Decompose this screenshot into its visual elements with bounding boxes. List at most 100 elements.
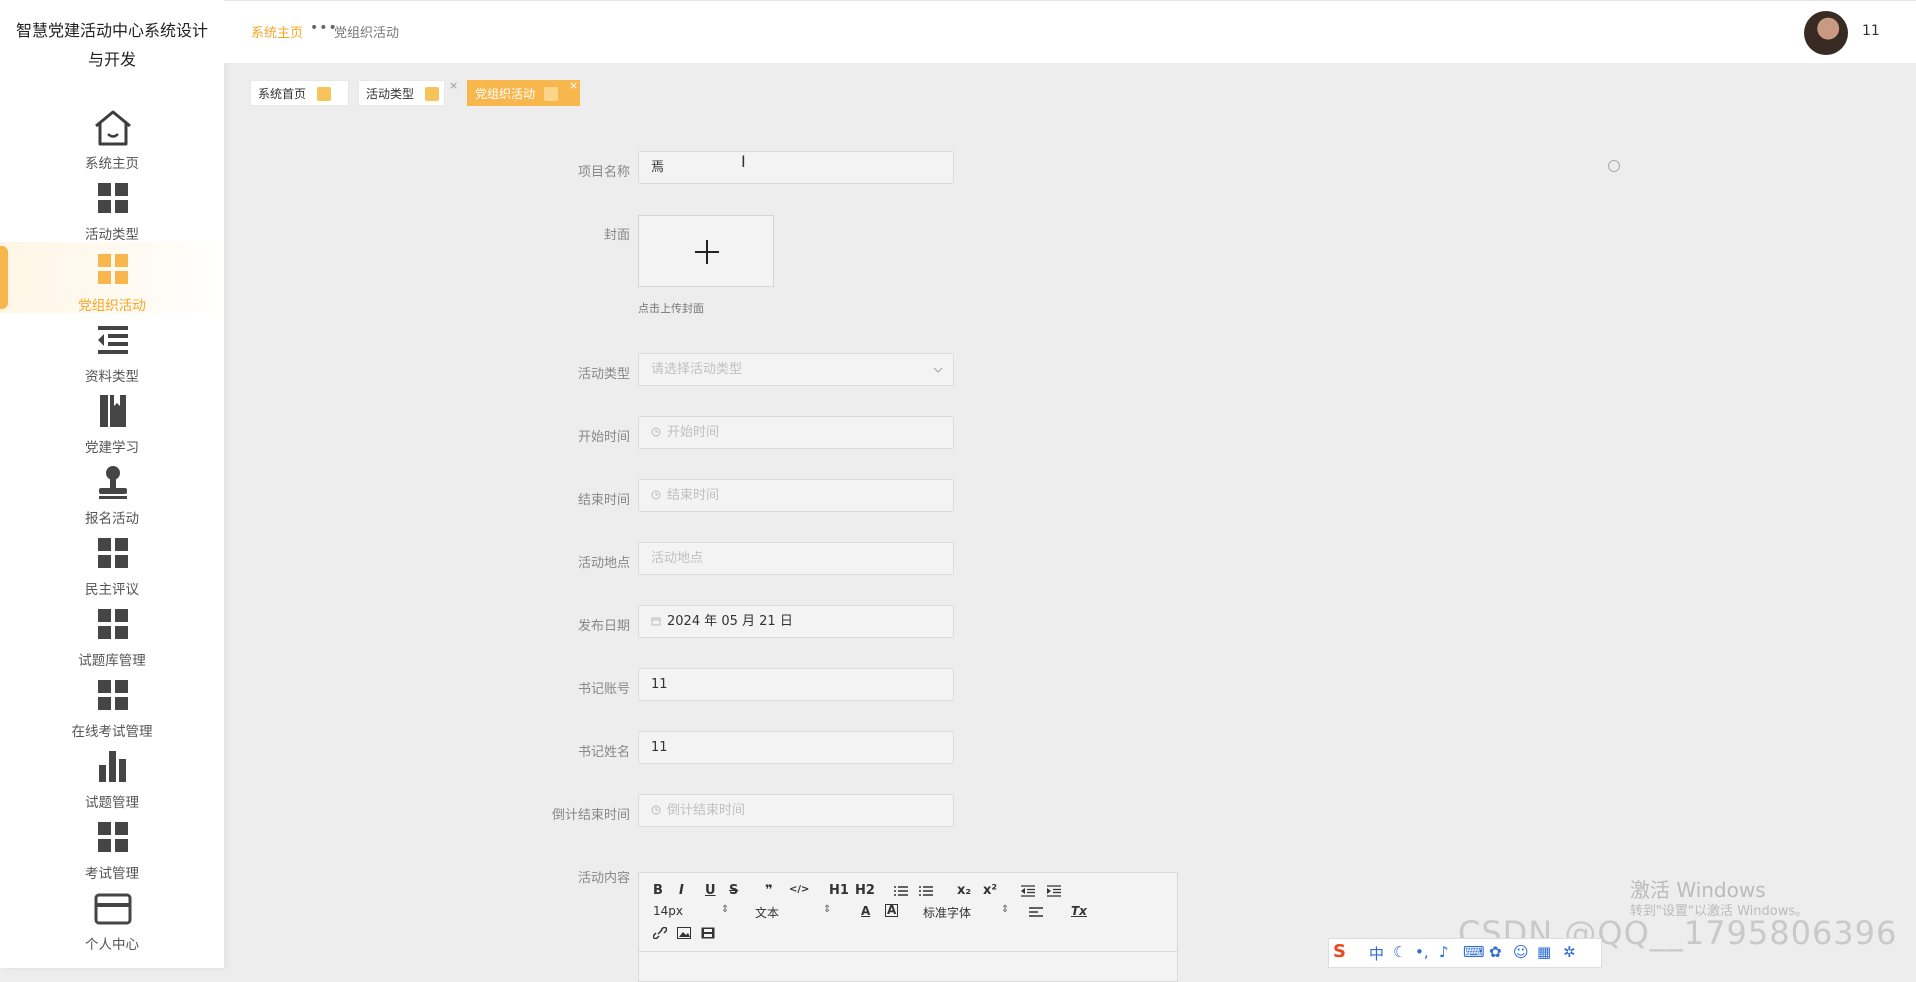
ime-mode-label[interactable]: 中 (1369, 943, 1384, 964)
end-time-input[interactable] (667, 480, 927, 511)
sidebar-item-review[interactable]: 民主评议 (0, 526, 224, 598)
font-size-select[interactable]: 14px (653, 904, 683, 918)
start-time-field[interactable] (638, 416, 954, 449)
settings-icon[interactable]: ✲ (1563, 943, 1576, 961)
image-icon[interactable] (677, 927, 691, 939)
grid-icon (98, 183, 128, 213)
close-icon[interactable]: × (449, 73, 458, 99)
location-field[interactable] (638, 542, 954, 575)
bar-chart-icon (99, 751, 126, 782)
start-time-input[interactable] (667, 417, 927, 448)
italic-button[interactable]: I (679, 883, 684, 898)
secretary-name-field[interactable] (638, 731, 954, 764)
keyboard-icon[interactable]: ⌨ (1463, 943, 1485, 961)
sidebar-item-questions[interactable]: 试题管理 (0, 739, 224, 811)
background-color-icon[interactable]: A (885, 904, 899, 917)
avatar[interactable] (1804, 11, 1848, 55)
activity-type-select[interactable] (638, 353, 954, 386)
skin-icon[interactable]: ✿ (1489, 943, 1502, 961)
link-icon[interactable] (653, 927, 667, 939)
grid-icon (98, 609, 128, 639)
publish-date-field[interactable] (638, 605, 954, 638)
sidebar-item-profile[interactable]: 个人中心 (0, 881, 224, 953)
label-cover: 封面 (603, 228, 630, 243)
punctuation-icon[interactable]: •, (1415, 943, 1429, 961)
location-input[interactable] (651, 543, 931, 574)
end-time-field[interactable] (638, 479, 954, 512)
emoji-icon[interactable]: ☺ (1513, 943, 1529, 961)
secretary-account-input[interactable] (651, 669, 931, 700)
secretary-account-field[interactable] (638, 668, 954, 701)
sidebar-item-label: 试题库管理 (78, 653, 146, 669)
sidebar-item-party-activity[interactable]: 党组织活动 (0, 242, 224, 314)
clock-icon (651, 805, 661, 815)
tag-home[interactable]: 系统首页 (250, 80, 349, 106)
video-icon[interactable] (701, 927, 715, 939)
sidebar-item-material-type[interactable]: 资料类型 (0, 313, 224, 385)
superscript-button[interactable]: x² (983, 883, 997, 898)
sidebar-item-party-study[interactable]: 党建学习 (0, 384, 224, 456)
project-name-input[interactable] (651, 152, 931, 183)
close-icon[interactable]: × (569, 73, 578, 99)
code-button[interactable]: </> (789, 884, 809, 895)
text-style-select[interactable]: 文本 (755, 904, 779, 921)
clear-icon[interactable] (1608, 160, 1620, 172)
calendar-icon (651, 617, 661, 626)
sidebar-item-signup[interactable]: 报名活动 (0, 455, 224, 527)
clock-icon (651, 427, 661, 437)
font-color-icon[interactable]: A (861, 904, 870, 918)
rich-text-editor[interactable]: B I U S ❞ </> H1 H2 x₂ x² 14px ⇕ 文本 ⇕ A … (638, 872, 1178, 982)
countdown-end-field[interactable] (638, 794, 954, 827)
tag-label: 党组织活动 (475, 87, 536, 101)
username[interactable]: 11 (1862, 23, 1880, 39)
subscript-button[interactable]: x₂ (957, 883, 971, 898)
bullet-list-icon[interactable] (919, 885, 933, 897)
cover-upload[interactable] (638, 215, 774, 287)
strike-button[interactable]: S (729, 883, 738, 898)
top-header: 系统主页 ••• 党组织活动 11 (224, 0, 1916, 63)
h2-button[interactable]: H2 (855, 883, 875, 898)
project-name-field[interactable] (638, 151, 954, 184)
tag-activity-type[interactable]: 活动类型 × (358, 79, 458, 106)
toolbox-icon[interactable]: ▦ (1537, 943, 1551, 961)
sidebar-item-label: 试题管理 (85, 795, 139, 811)
ime-toolbar[interactable]: S 中 ☾ •, ♪ ⌨ ✿ ☺ ▦ ✲ (1328, 938, 1602, 968)
text-cursor-icon: I (741, 152, 746, 171)
sidebar-item-activity-type[interactable]: 活动类型 (0, 171, 224, 243)
sidebar-item-online-exam[interactable]: 在线考试管理 (0, 668, 224, 740)
indent-icon[interactable] (1047, 885, 1061, 897)
microphone-icon[interactable]: ♪ (1439, 943, 1449, 961)
tag-icon (425, 87, 439, 101)
breadcrumb-home[interactable]: 系统主页 (251, 22, 303, 41)
text-style-arrows-icon: ⇕ (823, 904, 832, 915)
sidebar: 智慧党建活动中心系统设计与开发 系统主页 活动类型 党组织活动 资料类型 党建学… (0, 0, 224, 968)
sidebar-item-exam[interactable]: 考试管理 (0, 810, 224, 882)
tag-party-activity[interactable]: 党组织活动 × (467, 79, 580, 106)
sidebar-item-label: 党建学习 (85, 440, 139, 456)
clear-format-icon[interactable]: Tx (1071, 904, 1087, 918)
card-icon (94, 893, 132, 925)
label-project-name: 项目名称 (577, 165, 630, 180)
quote-button[interactable]: ❞ (765, 883, 773, 898)
secretary-name-input[interactable] (651, 732, 931, 763)
activate-windows-text: 激活 Windows (1630, 878, 1766, 902)
sidebar-item-label: 系统主页 (85, 156, 139, 172)
tag-icon (317, 87, 331, 101)
h1-button[interactable]: H1 (829, 883, 849, 898)
label-activity-type: 活动类型 (577, 367, 630, 382)
align-left-icon[interactable] (1029, 907, 1043, 919)
moon-icon[interactable]: ☾ (1393, 943, 1406, 961)
label-location: 活动地点 (577, 556, 630, 571)
publish-date-input[interactable] (667, 606, 927, 637)
label-countdown-end: 倒计结束时间 (551, 808, 630, 823)
font-family-select[interactable]: 标准字体 (923, 904, 971, 921)
sidebar-item-home[interactable]: 系统主页 (0, 100, 224, 172)
countdown-end-input[interactable] (667, 795, 927, 826)
sidebar-item-label: 党组织活动 (78, 298, 146, 314)
activity-type-input[interactable] (651, 354, 931, 385)
ordered-list-icon[interactable] (894, 885, 908, 897)
underline-button[interactable]: U (705, 883, 716, 898)
sidebar-item-question-bank[interactable]: 试题库管理 (0, 597, 224, 669)
outdent-icon[interactable] (1021, 885, 1035, 897)
bold-button[interactable]: B (653, 883, 663, 898)
